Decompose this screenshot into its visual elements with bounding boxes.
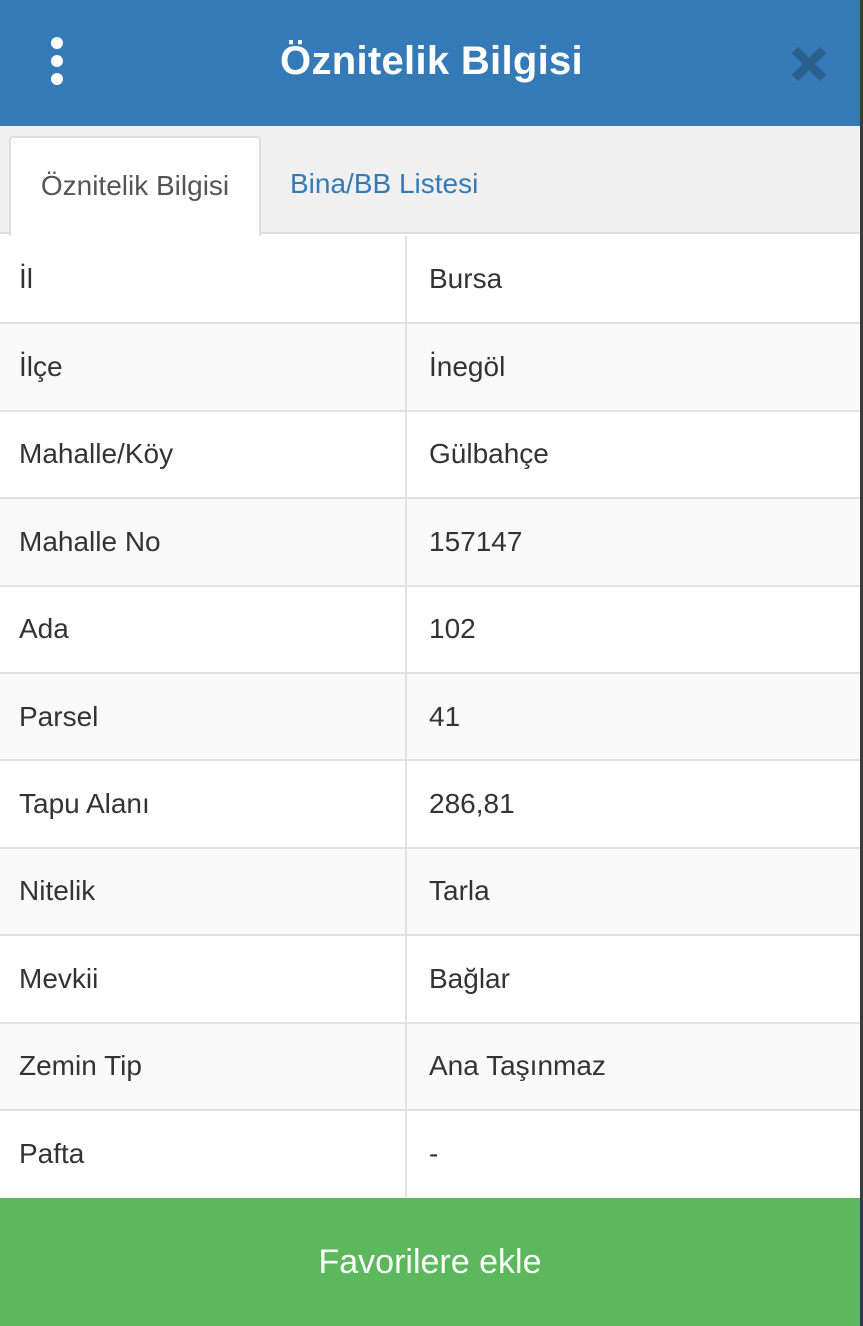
attribute-value: 102	[406, 584, 860, 673]
attribute-label: İlçe	[0, 322, 407, 411]
attribute-value: İnegöl	[406, 322, 860, 411]
attribute-label: İl	[0, 236, 407, 324]
table-row: Zemin Tip Ana Taşınmaz	[0, 1021, 860, 1110]
table-row: Tapu Alanı 286,81	[0, 759, 860, 848]
attribute-label: Ada	[0, 584, 407, 673]
attribute-label: Pafta	[0, 1108, 407, 1198]
attribute-value: 286,81	[406, 759, 860, 848]
table-row: Nitelik Tarla	[0, 846, 860, 936]
page-title: Öznitelik Bilgisi	[280, 39, 583, 83]
close-button[interactable]	[788, 44, 830, 84]
table-row: Mahalle/Köy Gülbahçe	[0, 409, 860, 499]
table-row: Mahalle No 157147	[0, 497, 860, 586]
attribute-value: 157147	[406, 497, 860, 586]
table-row: İlçe İnegöl	[0, 322, 860, 411]
tab-building-list[interactable]: Bina/BB Listesi	[290, 136, 478, 234]
table-row: Parsel 41	[0, 671, 860, 761]
vertical-dots-icon	[51, 55, 63, 67]
attribute-label: Nitelik	[0, 846, 407, 936]
vertical-dots-icon	[51, 73, 63, 85]
attribute-value: 41	[406, 671, 860, 761]
attribute-value: Bursa	[406, 236, 860, 324]
attribute-info-panel: Öznitelik Bilgisi Öznitelik Bilgisi Bina…	[0, 0, 863, 1326]
attribute-label: Mahalle/Köy	[0, 409, 407, 499]
attribute-value: Ana Taşınmaz	[406, 1021, 860, 1110]
header-bar: Öznitelik Bilgisi	[0, 0, 863, 126]
menu-button[interactable]	[36, 30, 78, 92]
vertical-dots-icon	[51, 37, 63, 49]
attribute-label: Parsel	[0, 671, 407, 761]
attribute-value: Tarla	[406, 846, 860, 936]
close-icon	[791, 46, 827, 82]
attribute-label: Zemin Tip	[0, 1021, 407, 1110]
attribute-label: Tapu Alanı	[0, 759, 407, 848]
table-row: Mevkii Bağlar	[0, 934, 860, 1023]
attribute-value: Bağlar	[406, 934, 860, 1023]
attribute-table: İl Bursa İlçe İnegöl Mahalle/Köy Gülbahçe Maha…	[0, 236, 860, 1198]
attribute-value: Gülbahçe	[406, 409, 860, 499]
attribute-label: Mahalle No	[0, 497, 407, 586]
tab-attribute-info[interactable]: Öznitelik Bilgisi	[9, 136, 261, 236]
table-row: Ada 102	[0, 584, 860, 673]
tab-bar: Öznitelik Bilgisi Bina/BB Listesi	[0, 126, 863, 236]
add-to-favorites-button[interactable]: Favorilere ekle	[0, 1198, 860, 1326]
attribute-label: Mevkii	[0, 934, 407, 1023]
attribute-value: -	[406, 1108, 860, 1198]
table-row: Pafta -	[0, 1108, 860, 1198]
table-row: İl Bursa	[0, 236, 860, 324]
